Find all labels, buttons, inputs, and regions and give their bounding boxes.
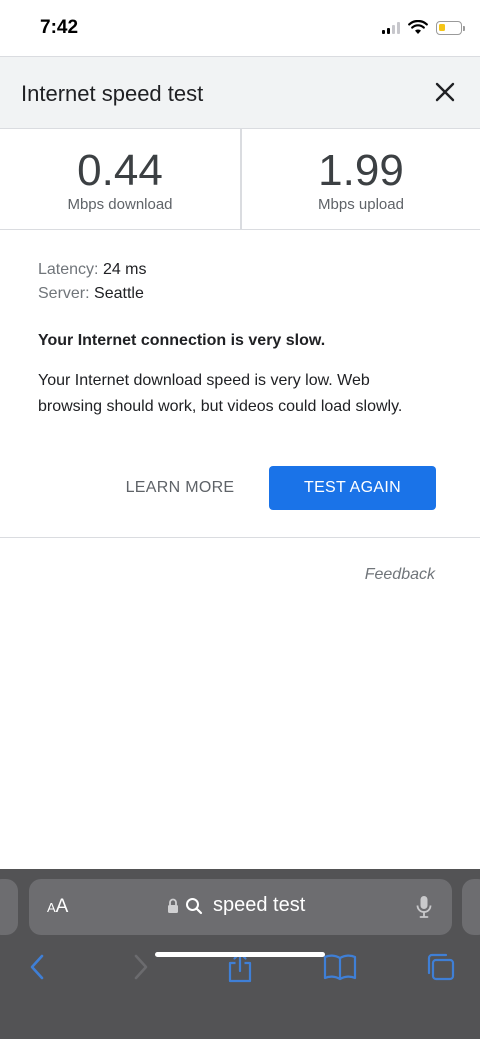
battery-level	[439, 23, 445, 31]
latency-row: Latency: 24 ms	[38, 258, 448, 282]
search-icon	[186, 897, 203, 914]
lock-icon	[168, 898, 178, 913]
cellular-signal-icon	[382, 21, 400, 34]
test-details: Latency: 24 ms Server: Seattle Your Inte…	[38, 258, 448, 420]
server-row: Server: Seattle	[38, 282, 448, 306]
microphone-icon	[416, 896, 432, 918]
connection-verdict: Your Internet connection is very slow.	[38, 332, 326, 349]
previous-tab-preview[interactable]	[0, 879, 18, 935]
address-content: speed test	[167, 894, 305, 917]
upload-unit: Mbps upload	[318, 196, 404, 213]
next-tab-preview[interactable]	[462, 879, 480, 935]
speed-metrics: 0.44 Mbps download 1.99 Mbps upload	[0, 129, 480, 230]
download-unit: Mbps download	[67, 196, 173, 213]
speed-test-header: Internet speed test	[0, 56, 480, 129]
learn-more-button[interactable]: LEARN MORE	[110, 466, 250, 510]
close-icon	[435, 82, 455, 102]
reader-options-button[interactable]: AA	[47, 896, 68, 918]
home-indicator[interactable]	[155, 952, 325, 957]
upload-value: 1.99	[318, 146, 404, 195]
divider	[0, 537, 480, 538]
aa-small-letter: A	[47, 900, 56, 915]
tabs-icon	[427, 953, 455, 981]
address-text: speed test	[213, 894, 306, 916]
forward-button[interactable]	[120, 947, 160, 987]
address-bar[interactable]: AA speed test	[29, 879, 452, 935]
bookmarks-button[interactable]	[320, 947, 360, 987]
wifi-icon	[408, 20, 428, 34]
download-metric: 0.44 Mbps download	[0, 129, 240, 229]
status-icons	[382, 20, 465, 35]
speed-description: Your Internet download speed is very low…	[38, 372, 403, 415]
status-bar: 7:42	[0, 0, 480, 56]
page-title: Internet speed test	[21, 81, 204, 106]
download-value: 0.44	[77, 146, 163, 195]
status-time: 7:42	[40, 17, 79, 38]
aa-big-letter: A	[55, 896, 69, 917]
forward-icon	[134, 954, 148, 980]
close-button[interactable]	[432, 79, 458, 105]
bookmarks-icon	[323, 954, 357, 981]
upload-metric: 1.99 Mbps upload	[240, 129, 480, 229]
server-value: Seattle	[94, 285, 144, 302]
microphone-button[interactable]	[416, 895, 432, 924]
test-again-button[interactable]: TEST AGAIN	[269, 466, 436, 510]
back-icon	[30, 954, 44, 980]
back-button[interactable]	[18, 947, 58, 987]
feedback-link[interactable]: Feedback	[365, 566, 435, 584]
server-label: Server:	[38, 285, 90, 302]
latency-value: 24 ms	[102, 261, 147, 278]
latency-label: Latency:	[38, 261, 99, 278]
battery-icon	[436, 20, 465, 35]
tabs-button[interactable]	[421, 947, 461, 987]
